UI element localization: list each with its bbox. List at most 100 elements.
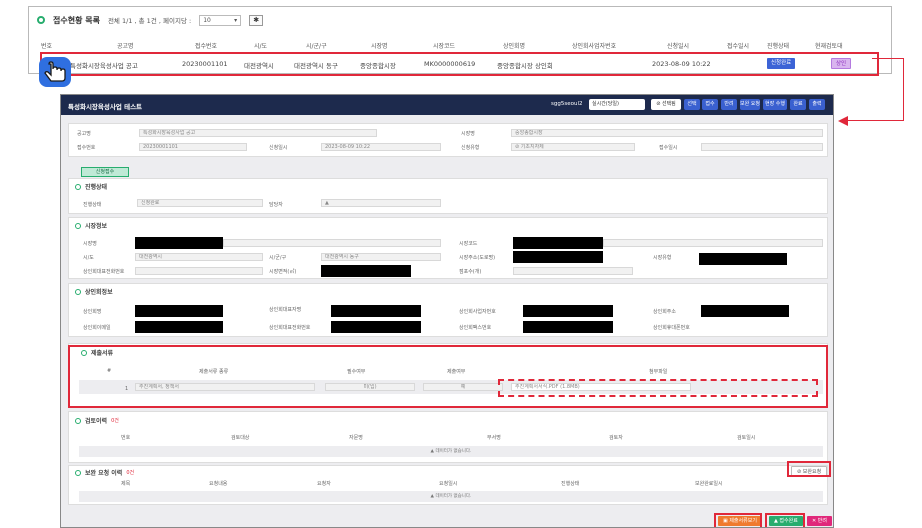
col-market-code: 시장코드 — [433, 43, 456, 50]
list-header: 접수현황 목록 전체 1/1 , 총 1건 , 페이지당 : 10 ▾ ✱ — [37, 12, 264, 28]
row-applied: 2023-08-09 10:22 — [652, 60, 711, 68]
merchant-section-title: 상인회정보 — [75, 287, 113, 296]
redacted-block — [523, 305, 613, 317]
connector-line — [903, 58, 904, 121]
row-receipt: 20230001101 — [182, 60, 228, 68]
empty-text: 데이터가 없습니다. — [435, 449, 472, 454]
row-sido: 대전광역시 — [244, 62, 274, 70]
merchant-info-panel: 상인회정보 상인회명 상인회대표자명 상인회사업자번호 상인회주소 상인회이메일… — [68, 283, 828, 337]
empty-text: 데이터가 없습니다. — [435, 494, 472, 499]
col-content: 요청내용 — [209, 481, 228, 487]
status-badge: 신청완료 — [767, 58, 796, 69]
label-market: 시장명 — [461, 131, 475, 137]
col-date: 검토일시 — [737, 435, 756, 441]
per-page-select[interactable]: 10 ▾ — [199, 14, 242, 26]
label-phone: 상인회대표전화번호 — [269, 325, 311, 331]
progress-panel: 진행상태 진행상태 신청완료 담당자 ▲ — [68, 178, 828, 214]
label-market-code: 시장코드 — [459, 241, 478, 247]
redacted-block — [701, 305, 789, 317]
label-person: 담당자 — [269, 202, 283, 208]
redacted-block — [135, 321, 223, 333]
label-rcv: 접수일시 — [659, 145, 678, 151]
reject-footer-button[interactable]: ✕ 반려 — [807, 516, 832, 526]
label-market-name: 시장명 — [83, 241, 97, 247]
row-notice: 특성화시장육성사업 공고 — [70, 62, 138, 70]
supplement-section-title: 보완 요청 이력 0건 — [75, 468, 134, 477]
reject-button[interactable]: 반려 — [721, 99, 737, 110]
highlight-documents — [68, 345, 828, 408]
print-button[interactable]: 출력 — [809, 99, 825, 110]
section-dot-icon — [75, 222, 81, 229]
field-button[interactable]: 현장 수행 — [763, 99, 787, 110]
rcv-field — [701, 143, 823, 151]
receive-button[interactable]: 접수 — [702, 99, 718, 110]
col-sido: 시/도 — [254, 43, 268, 50]
stage: 접수현황 목록 전체 1/1 , 총 1건 , 페이지당 : 10 ▾ ✱ 번호… — [0, 0, 922, 528]
market-field: 중앙종합시장 — [511, 129, 823, 137]
market-code-field — [603, 239, 823, 247]
label-merchant-name: 상인회명 — [83, 309, 102, 315]
empty-message: ▲ 데이터가 없습니다. — [79, 446, 823, 457]
detail-title: 특성화시장육성사업 테스트 — [68, 103, 143, 111]
col-no: 번호 — [121, 435, 131, 441]
per-page-value: 10 — [203, 16, 211, 24]
tab-application[interactable]: 신청접수 — [81, 167, 129, 177]
highlight-view-documents — [714, 513, 762, 527]
row-merchant: 중앙종합시장 상인회 — [497, 62, 553, 70]
market-name-field — [223, 239, 441, 247]
col-notice: 공고명 — [117, 43, 134, 50]
col-dept: 부서명 — [487, 435, 501, 441]
pin-icon[interactable]: ✱ — [249, 14, 264, 26]
redacted-block — [135, 237, 223, 249]
notice-field: 특성화시장육성사업 공고 — [139, 129, 377, 137]
complete-button[interactable]: 완료 — [790, 99, 806, 110]
label-addr: 상인회주소 — [653, 309, 677, 315]
highlight-supplement-button — [787, 461, 831, 477]
col-req-date: 요청일시 — [439, 481, 458, 487]
status-field: 신청완료 — [137, 199, 263, 207]
row-market: 중앙종합시장 — [360, 62, 396, 70]
market-section-title: 시장정보 — [75, 221, 107, 230]
connector-line — [872, 58, 904, 59]
list-title: 접수현황 목록 — [53, 15, 100, 25]
period-select[interactable]: 실시간(당일) — [589, 99, 645, 110]
review-section-title: 검토이력 0건 — [75, 416, 119, 425]
section-dot-icon — [75, 183, 81, 190]
redacted-block — [513, 251, 603, 263]
sgg-field: 대전광역시 동구 — [321, 253, 441, 261]
applied-field: 2023-08-09 10:22 — [321, 143, 441, 151]
label-biz: 상인회사업자번호 — [459, 309, 496, 315]
review-history-panel: 검토이력 0건 번호 검토대상 자문명 부서명 검토자 검토일시 ▲ 데이터가 … — [68, 411, 828, 463]
redacted-block — [331, 305, 421, 317]
reviewer-badge: 상인 — [831, 58, 852, 69]
receipt-list-panel: 접수현황 목록 전체 1/1 , 총 1건 , 페이지당 : 10 ▾ ✱ 번호… — [28, 6, 892, 76]
col-status: 진행상태 — [561, 481, 580, 487]
detail-window: 특성화시장육성사업 테스트 sgg5seoul2 실시간(당일) ⊘ 선택됨 선… — [60, 94, 834, 528]
col-merchant: 상인회명 — [503, 43, 526, 50]
label-sgg: 시/군/구 — [269, 255, 287, 261]
merchant-title: 상인회정보 — [85, 289, 113, 296]
table-row[interactable]: 1 특성화시장육성사업 공고 20230001101 대전광역시 대전광역시 동… — [40, 52, 879, 76]
col-reviewer: 검토자 — [609, 435, 623, 441]
col-biz-no: 상인회사업자번호 — [572, 43, 617, 50]
label-type: 시장유형 — [653, 255, 672, 261]
detail-header-bar: 특성화시장육성사업 테스트 sgg5seoul2 실시간(당일) ⊘ 선택됨 선… — [61, 95, 833, 115]
supplement-button[interactable]: 보완 요청 — [740, 99, 760, 110]
section-dot-icon — [75, 417, 81, 424]
label-rep: 상인회대표자명 — [269, 307, 302, 313]
sido-field: 대전광역시 — [135, 253, 263, 261]
review-count: 0건 — [111, 418, 119, 424]
selected-button[interactable]: ⊘ 선택됨 — [651, 99, 681, 110]
supplement-count: 0건 — [126, 470, 135, 476]
highlight-receive-complete — [765, 513, 805, 527]
col-advisory: 자문명 — [349, 435, 363, 441]
progress-title: 진행상태 — [85, 184, 108, 191]
supplement-title: 보완 요청 이력 — [85, 470, 123, 477]
col-receipt: 접수번호 — [195, 43, 218, 50]
col-done-date: 보완완료일시 — [695, 481, 723, 487]
select-button[interactable]: 선택 — [684, 99, 700, 110]
row-sigungu: 대전광역시 동구 — [294, 62, 338, 70]
market-info-panel: 시장정보 시장명 시장코드 시/도 대전광역시 시/군/구 대전광역시 동구 시… — [68, 217, 828, 279]
pointer-hand-icon — [39, 57, 71, 87]
connector-line — [848, 120, 904, 121]
